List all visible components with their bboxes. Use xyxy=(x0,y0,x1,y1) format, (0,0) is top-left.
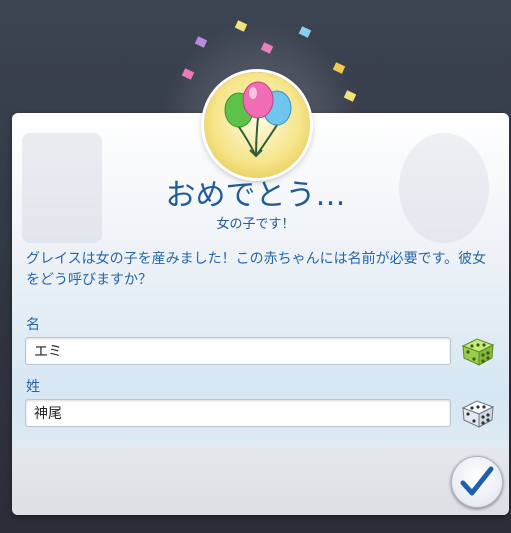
randomize-first-name-button[interactable] xyxy=(459,334,497,368)
dice-icon xyxy=(461,400,495,428)
confirm-button[interactable] xyxy=(451,456,503,508)
dialog-subtitle: 女の子です！ xyxy=(216,217,295,232)
randomize-last-name-button[interactable] xyxy=(459,396,497,430)
dialog-message: グレイスは女の子を産みました！この赤ちゃんには名前が必要です。彼女をどう呼びます… xyxy=(26,251,487,288)
checkmark-icon xyxy=(460,466,494,496)
first-name-input[interactable] xyxy=(25,337,451,365)
dialog-title: おめでとう… xyxy=(165,178,346,213)
last-name-label: 姓 xyxy=(26,379,40,395)
dialog-footer xyxy=(12,445,509,515)
last-name-input[interactable] xyxy=(25,399,451,427)
first-name-label: 名 xyxy=(26,317,40,333)
dice-icon xyxy=(461,338,495,366)
balloons-icon xyxy=(204,72,310,178)
